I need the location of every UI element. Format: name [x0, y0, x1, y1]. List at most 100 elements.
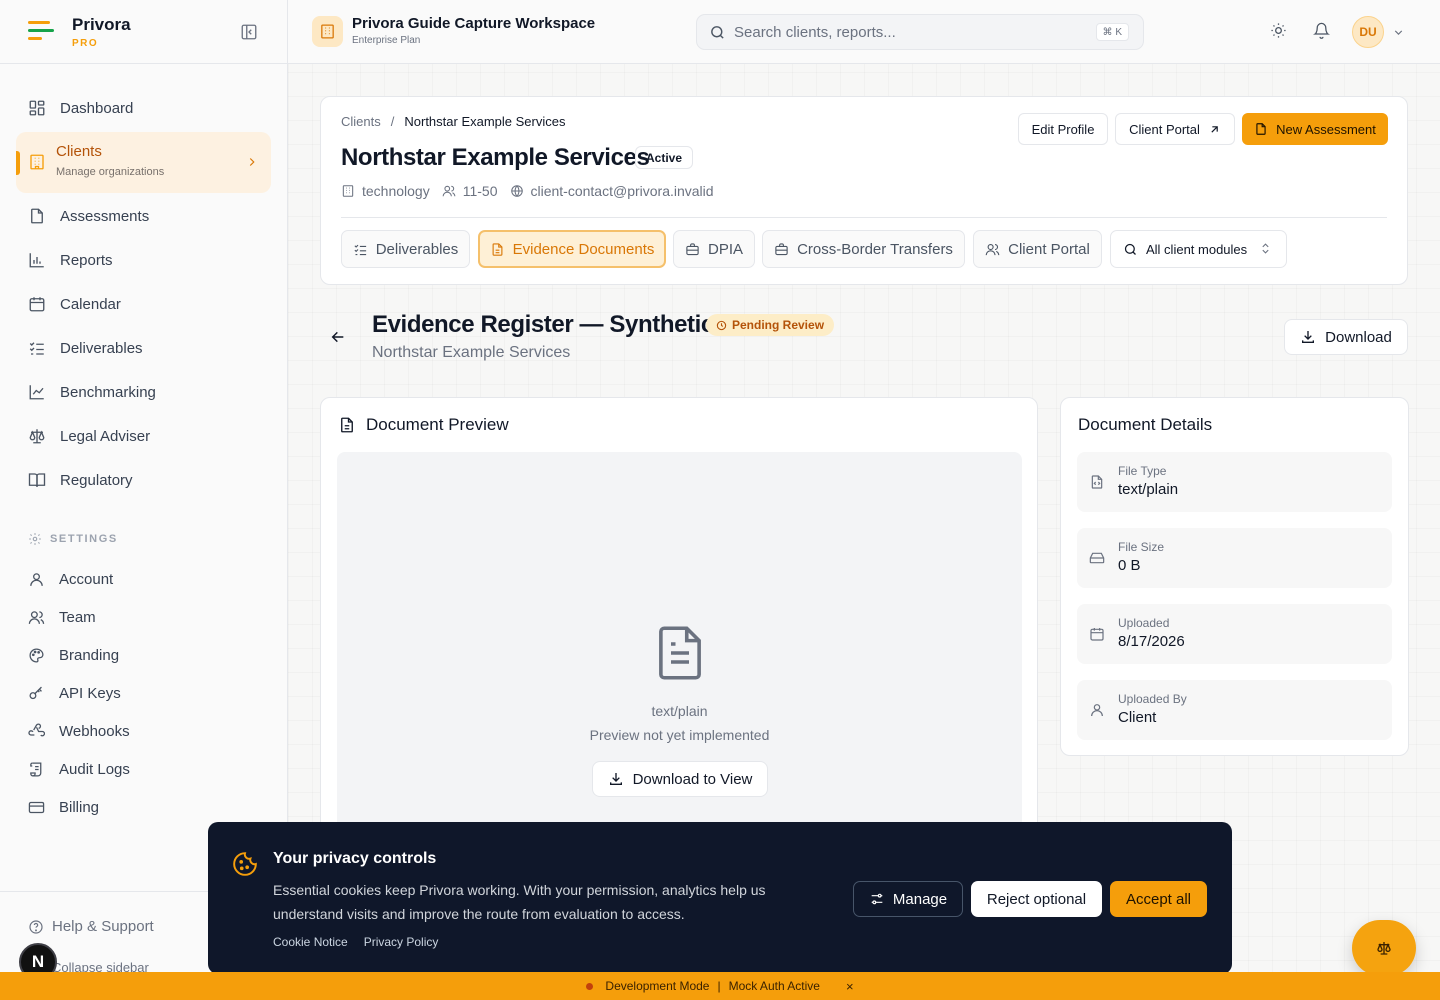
client-industry-value: technology — [362, 183, 430, 199]
theme-toggle-sun-icon[interactable] — [1270, 22, 1287, 39]
tab-client-portal[interactable]: Client Portal — [973, 230, 1102, 268]
sidebar-item-calendar[interactable]: Calendar — [16, 284, 271, 324]
sidebar-item-reports[interactable]: Reports — [16, 240, 271, 280]
client-header-card: Clients / Northstar Example Services Nor… — [320, 96, 1408, 285]
tab-label: Evidence Documents — [512, 240, 655, 258]
download-icon — [608, 771, 624, 787]
breadcrumb-clients-link[interactable]: Clients — [341, 114, 381, 129]
workspace-plan: Enterprise Plan — [352, 35, 421, 46]
cookie-title: Your privacy controls — [273, 850, 437, 867]
client-size-value: 11-50 — [462, 183, 498, 199]
cookie-reject-button[interactable]: Reject optional — [971, 881, 1102, 917]
file-type-icon — [1089, 474, 1105, 490]
user-avatar[interactable]: DU — [1352, 16, 1384, 48]
dev-mode-label: Development Mode — [605, 979, 710, 993]
file-text-icon — [338, 415, 356, 435]
back-arrow-icon[interactable] — [330, 329, 346, 345]
sidebar-item-billing[interactable]: Billing — [16, 790, 271, 824]
dev-bar-close-button[interactable]: × — [846, 979, 854, 994]
edit-profile-button[interactable]: Edit Profile — [1018, 113, 1108, 145]
document-preview-title: Document Preview — [366, 415, 509, 434]
search-bar[interactable]: ⌘ K — [696, 14, 1144, 50]
list-check-icon — [353, 242, 368, 257]
gear-icon — [28, 532, 42, 546]
detail-label: Uploaded — [1118, 616, 1170, 630]
cookie-accept-label: Accept all — [1125, 890, 1192, 908]
client-name: Northstar Example Services — [341, 144, 650, 171]
calendar-icon — [28, 295, 46, 313]
cookie-accept-button[interactable]: Accept all — [1110, 881, 1207, 917]
list-check-icon — [28, 339, 46, 357]
sidebar-item-audit-logs[interactable]: Audit Logs — [16, 752, 271, 786]
tab-deliverables[interactable]: Deliverables — [341, 230, 470, 268]
tab-dpia[interactable]: DPIA — [673, 230, 755, 268]
workspace-title[interactable]: Privora Guide Capture Workspace — [352, 15, 595, 32]
help-support-label: Help & Support — [52, 918, 154, 935]
briefcase-icon — [685, 242, 700, 257]
sliders-icon — [869, 891, 885, 907]
sidebar-item-team[interactable]: Team — [16, 600, 271, 634]
sidebar-item-branding[interactable]: Branding — [16, 638, 271, 672]
file-icon — [28, 207, 46, 225]
document-title: Evidence Register — Synthetic — [372, 311, 714, 338]
sidebar-item-account[interactable]: Account — [16, 562, 271, 596]
client-portal-label: Client Portal — [1129, 121, 1200, 137]
preview-message: Preview not yet implemented — [589, 727, 770, 743]
sidebar-item-api-keys[interactable]: API Keys — [16, 676, 271, 710]
sidebar-item-clients[interactable]: Clients Manage organizations — [16, 132, 271, 193]
dev-separator: | — [717, 979, 721, 993]
tab-evidence-documents[interactable]: Evidence Documents — [478, 230, 666, 268]
sidebar-item-label: Audit Logs — [59, 760, 130, 778]
sidebar-item-benchmarking[interactable]: Benchmarking — [16, 372, 271, 412]
chevron-down-icon[interactable] — [1392, 26, 1405, 39]
sidebar-item-label: Regulatory — [60, 471, 133, 489]
hard-drive-icon — [1089, 550, 1105, 566]
cookie-manage-button[interactable]: Manage — [853, 881, 963, 917]
building-icon — [341, 184, 355, 198]
sidebar-item-label: Billing — [59, 798, 100, 816]
briefcase-icon — [774, 242, 789, 257]
bell-icon[interactable] — [1313, 22, 1330, 39]
top-bar: Privora Guide Capture Workspace Enterpri… — [288, 0, 1440, 64]
cookie-notice-link[interactable]: Cookie Notice — [273, 935, 348, 949]
sidebar-item-label: Account — [59, 570, 114, 588]
privacy-policy-link[interactable]: Privacy Policy — [364, 935, 439, 949]
sidebar-item-dashboard[interactable]: Dashboard — [16, 88, 271, 128]
sidebar-item-webhooks[interactable]: Webhooks — [16, 714, 271, 748]
sidebar-item-assessments[interactable]: Assessments — [16, 196, 271, 236]
tab-cross-border-transfers[interactable]: Cross-Border Transfers — [762, 230, 965, 268]
legal-assistant-fab[interactable] — [1352, 920, 1416, 976]
download-label: Download — [1325, 328, 1392, 346]
download-button[interactable]: Download — [1284, 319, 1408, 355]
sidebar-item-label: Clients — [56, 143, 102, 160]
sidebar-item-label: API Keys — [59, 684, 121, 702]
dev-mode-bar: Development Mode | Mock Auth Active × — [0, 972, 1440, 1000]
scroll-icon — [28, 761, 45, 778]
user-icon — [1089, 702, 1105, 718]
document-details-title: Document Details — [1078, 415, 1213, 434]
document-client-name: Northstar Example Services — [372, 344, 571, 361]
client-industry: technology — [341, 183, 430, 199]
help-support-link[interactable]: Help & Support — [28, 918, 154, 935]
cookie-description: Essential cookies keep Privora working. … — [273, 882, 766, 922]
scale-icon — [1376, 940, 1392, 956]
download-to-view-button[interactable]: Download to View — [592, 761, 768, 797]
tab-label: Client Portal — [1008, 240, 1090, 258]
edit-profile-label: Edit Profile — [1031, 121, 1095, 137]
module-select[interactable]: All client modules — [1110, 230, 1287, 268]
sidebar-item-regulatory[interactable]: Regulatory — [16, 460, 271, 500]
detail-value: Client — [1118, 709, 1157, 726]
sidebar-item-legal-adviser[interactable]: Legal Adviser — [16, 416, 271, 456]
brand-name: Privora — [72, 15, 131, 34]
detail-value: 8/17/2026 — [1118, 633, 1185, 650]
cookie-manage-label: Manage — [892, 890, 948, 908]
building-icon — [28, 153, 46, 171]
chevron-up-down-icon — [1259, 242, 1272, 255]
sidebar-item-deliverables[interactable]: Deliverables — [16, 328, 271, 368]
detail-uploaded-by: Uploaded By Client — [1077, 680, 1392, 740]
new-assessment-button[interactable]: New Assessment — [1242, 113, 1388, 145]
search-input[interactable] — [734, 23, 1094, 41]
sidebar-toggle-icon[interactable] — [240, 23, 258, 41]
dev-status-dot — [586, 982, 594, 990]
client-portal-button[interactable]: Client Portal — [1115, 113, 1235, 145]
